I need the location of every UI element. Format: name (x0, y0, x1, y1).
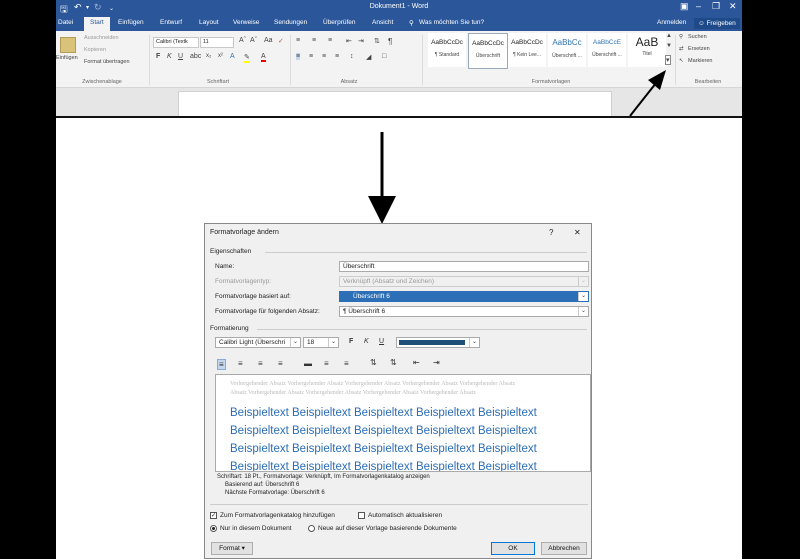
name-label: Name: (215, 263, 235, 270)
preview-sample-line: Beispieltext Beispieltext Beispieltext B… (230, 425, 537, 437)
preview-previous-paragraph: Vorhergehender Absatz Vorhergehender Abs… (230, 381, 516, 387)
font-name-value: Calibri Light (Überschri (219, 339, 286, 346)
only-this-document-label: Nur in diesem Dokument (220, 525, 292, 532)
modify-style-dialog: Formatvorlage ändern ? ✕ Eigenschaften N… (204, 223, 592, 559)
style-description: Basierend auf: Überschrift 6 (225, 482, 300, 488)
preview-sample-line: Beispieltext Beispieltext Beispieltext B… (230, 461, 537, 472)
onehalf-spacing-icon[interactable]: ≡ (324, 359, 329, 368)
only-this-document-radio[interactable] (210, 525, 217, 532)
add-to-gallery-checkbox[interactable]: ✓ (210, 512, 217, 519)
formatting-heading: Formatierung (210, 325, 249, 332)
preview-sample-line: Beispieltext Beispieltext Beispieltext B… (230, 443, 537, 455)
next-style-value: ¶ Überschrift 6 (343, 308, 386, 315)
justify-icon[interactable]: ≡ (278, 359, 283, 368)
style-description: Schriftart: 18 Pt., Formatvorlage: Verkn… (217, 474, 430, 480)
ok-button[interactable]: OK (491, 542, 535, 555)
close-icon[interactable]: ✕ (574, 228, 581, 237)
next-style-label: Formatvorlage für folgenden Absatz: (215, 308, 320, 315)
based-on-label: Formatvorlage basiert auf: (215, 293, 291, 300)
style-type-select: Verknüpft (Absatz und Zeichen) ⌄ (339, 276, 589, 287)
cancel-button[interactable]: Abbrechen (541, 542, 587, 555)
chevron-down-icon[interactable]: ⌄ (469, 338, 479, 347)
name-input[interactable]: Überschrift (339, 261, 589, 272)
add-to-gallery-label: Zum Formatvorlagenkatalog hinzufügen (220, 512, 335, 519)
font-size-select[interactable]: 18 ⌄ (303, 337, 339, 348)
chevron-down-icon[interactable]: ⌄ (578, 292, 588, 301)
style-description: Nächste Formatvorlage: Überschrift 6 (225, 490, 325, 496)
properties-heading: Eigenschaften (210, 248, 252, 255)
style-type-value: Verknüpft (Absatz und Zeichen) (343, 278, 435, 285)
increase-indent-icon[interactable]: ⇥ (433, 358, 440, 367)
auto-update-label: Automatisch aktualisieren (368, 512, 443, 519)
new-documents-label: Neue auf dieser Vorlage basierende Dokum… (318, 525, 457, 532)
help-button[interactable]: ? (549, 228, 553, 237)
bold-button[interactable]: F (349, 338, 353, 345)
italic-button[interactable]: K (364, 338, 369, 345)
auto-update-checkbox[interactable] (358, 512, 365, 519)
dialog-title: Formatvorlage ändern (210, 229, 279, 236)
font-name-select[interactable]: Calibri Light (Überschri ⌄ (215, 337, 301, 348)
preview-previous-paragraph: Absatz Vorhergehender Absatz Vorhergehen… (230, 390, 476, 396)
font-size-value: 18 (307, 339, 315, 346)
divider (210, 504, 588, 505)
style-type-label: Formatvorlagentyp: (215, 278, 271, 285)
decrease-indent-icon[interactable]: ⇤ (413, 358, 420, 367)
underline-button[interactable]: U (379, 338, 384, 345)
align-left-icon[interactable]: ≡ (217, 359, 226, 370)
based-on-select[interactable]: Überschrift 6 ⌄ (339, 291, 589, 302)
font-color-swatch (399, 340, 465, 345)
font-color-select[interactable]: ⌄ (396, 337, 480, 348)
chevron-down-icon: ⌄ (578, 277, 588, 286)
chevron-down-icon[interactable]: ⌄ (578, 307, 588, 316)
based-on-value: Überschrift 6 (353, 293, 390, 300)
chevron-down-icon[interactable]: ⌄ (290, 338, 300, 347)
double-spacing-icon[interactable]: ≡ (344, 359, 349, 368)
next-style-select[interactable]: ¶ Überschrift 6 ⌄ (339, 306, 589, 317)
chevron-down-icon[interactable]: ⌄ (328, 338, 338, 347)
align-center-icon[interactable]: ≡ (238, 359, 243, 368)
align-right-icon[interactable]: ≡ (258, 359, 263, 368)
radio-dot (212, 527, 215, 530)
format-button[interactable]: Format ▾ (211, 542, 253, 555)
single-spacing-icon[interactable]: ▬ (304, 359, 312, 368)
preview-sample-line: Beispieltext Beispieltext Beispieltext B… (230, 407, 537, 419)
divider (257, 329, 587, 330)
increase-spacing-before-icon[interactable]: ⇅ (370, 358, 377, 367)
decrease-spacing-before-icon[interactable]: ⇅ (390, 358, 397, 367)
new-documents-radio[interactable] (308, 525, 315, 532)
style-preview-box: Vorhergehender Absatz Vorhergehender Abs… (215, 374, 591, 472)
divider (265, 252, 587, 253)
